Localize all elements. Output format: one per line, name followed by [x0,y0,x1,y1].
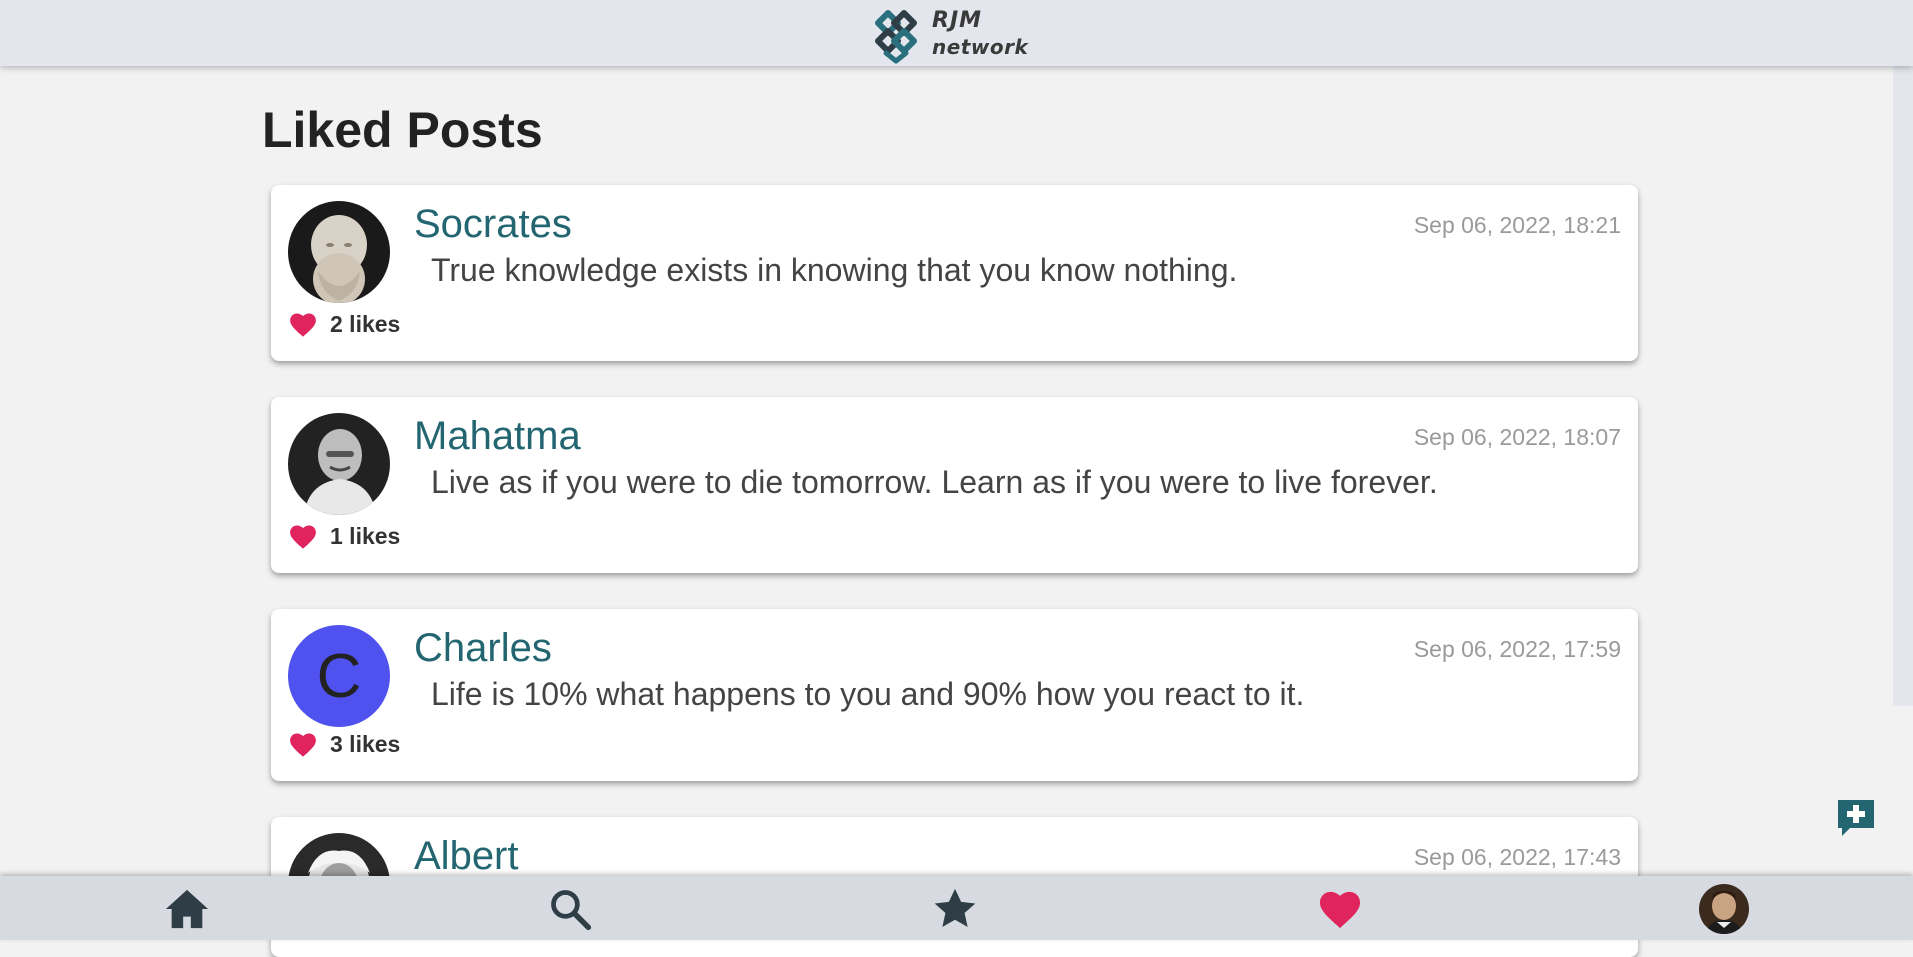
logo-text: RJM network [932,7,1029,59]
avatar [1699,884,1749,934]
post-timestamp: Sep 06, 2022, 17:43 [1413,844,1621,870]
post-timestamp: Sep 06, 2022, 18:21 [1413,212,1621,238]
avatar[interactable]: C [288,625,390,727]
heart-icon[interactable] [288,731,318,758]
heart-icon [1319,891,1361,929]
post-card[interactable]: Socrates Sep 06, 2022, 18:21 True knowle… [271,185,1638,361]
likes: 2 likes [288,311,400,338]
post-text: True knowledge exists in knowing that yo… [431,252,1238,288]
logo-mark-icon [875,10,917,64]
add-comment-icon [1838,800,1874,836]
nav-search[interactable] [543,882,597,936]
star-icon [934,888,976,928]
nav-starred[interactable] [928,882,982,936]
post-author[interactable]: Socrates [414,201,572,247]
post-author[interactable]: Charles [414,625,552,671]
top-header: RJM network [0,0,1913,66]
home-icon [165,889,209,929]
app-logo[interactable]: RJM network [864,0,1028,66]
search-icon [551,890,592,931]
post-text: Life is 10% what happens to you and 90% … [431,676,1305,712]
avatar[interactable] [288,413,390,515]
scrollbar[interactable] [1893,66,1913,706]
post-author[interactable]: Albert [414,833,519,879]
post-timestamp: Sep 06, 2022, 18:07 [1413,424,1621,450]
nav-liked[interactable] [1313,882,1367,936]
new-post-button[interactable] [1834,796,1878,840]
nav-profile[interactable] [1697,882,1751,936]
post-author[interactable]: Mahatma [414,413,581,459]
main-content: Liked Posts Socrates Sep 06, 2022, 18:21… [0,0,1913,957]
likes-count: 3 likes [330,731,401,757]
page-title: Liked Posts [262,102,543,158]
avatar[interactable] [288,201,390,303]
bottom-nav [0,876,1913,940]
portrait-photo [288,413,390,515]
likes-count: 1 likes [330,523,401,549]
likes-count: 2 likes [330,311,401,337]
portrait-photo [1699,884,1749,934]
post-text: Live as if you were to die tomorrow. Lea… [431,464,1438,500]
heart-icon[interactable] [288,523,318,550]
post-timestamp: Sep 06, 2022, 17:59 [1413,636,1621,662]
portrait-photo [288,201,390,303]
heart-icon[interactable] [288,311,318,338]
logo-title: RJM [932,7,983,33]
post-card[interactable]: C Charles Sep 06, 2022, 17:59 Life is 10… [271,609,1638,781]
post-card[interactable]: Mahatma Sep 06, 2022, 18:07 Live as if y… [271,397,1638,573]
likes: 1 likes [288,523,400,550]
nav-home[interactable] [160,882,214,936]
likes: 3 likes [288,731,400,758]
logo-subtitle: network [932,34,1029,59]
